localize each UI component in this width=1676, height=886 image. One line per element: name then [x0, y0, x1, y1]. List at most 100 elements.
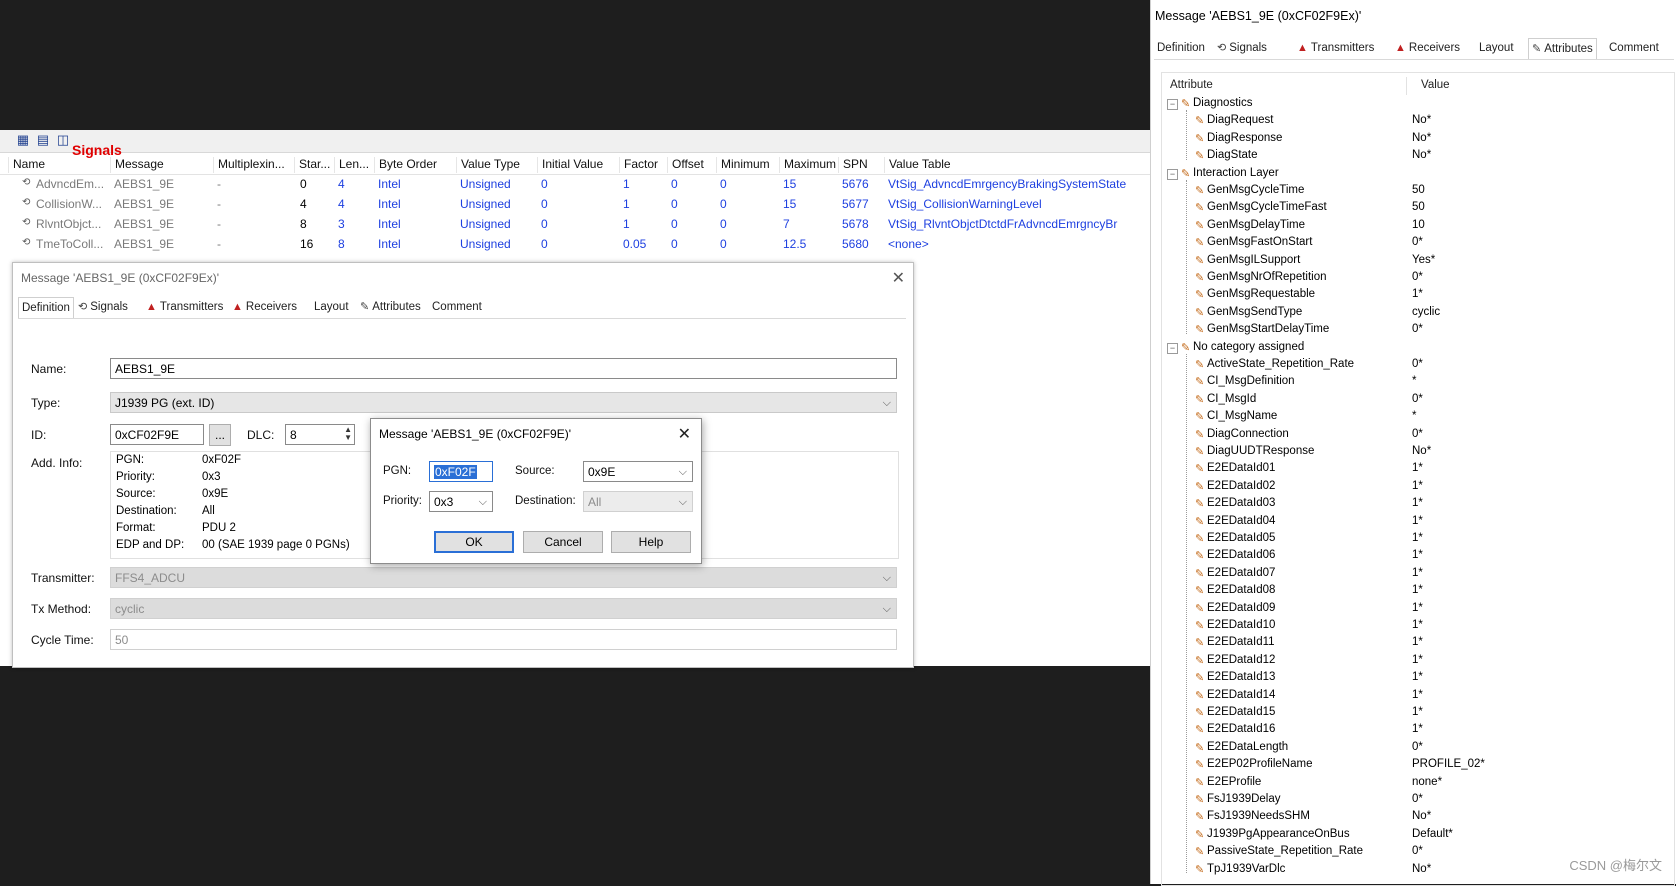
tab-receivers[interactable]: ▲ Receivers	[1392, 38, 1463, 58]
priority-select[interactable]: 0x3 ⌵	[429, 491, 493, 512]
attribute-row[interactable]: ✎ E2EDataId05 1*	[1162, 531, 1676, 548]
attribute-row[interactable]: ✎ E2EDataId08 1*	[1162, 583, 1676, 600]
tab-comment[interactable]: Comment	[429, 297, 485, 317]
column-header[interactable]: Initial Value	[537, 157, 618, 173]
column-header[interactable]: Byte Order	[374, 157, 455, 173]
list-view-icon[interactable]: ▤	[36, 133, 50, 147]
tab-layout[interactable]: Layout	[311, 297, 352, 317]
attribute-row[interactable]: ✎ E2EDataId16 1*	[1162, 722, 1676, 739]
tree-view-icon[interactable]: ▦	[16, 133, 30, 147]
close-icon[interactable]: ✕	[678, 424, 691, 444]
attribute-row[interactable]: ✎ FsJ1939Delay 0*	[1162, 792, 1676, 809]
attribute-row[interactable]: ✎ E2EDataId11 1*	[1162, 635, 1676, 652]
attribute-value: No*	[1412, 862, 1432, 875]
name-field[interactable]: AEBS1_9E	[110, 358, 897, 379]
attribute-row[interactable]: ✎ E2EDataLength 0*	[1162, 740, 1676, 757]
attribute-row[interactable]: ✎ E2EDataId02 1*	[1162, 479, 1676, 496]
id-field[interactable]: 0xCF02F9E	[110, 424, 204, 445]
attribute-row[interactable]: ✎ GenMsgCycleTimeFast 50	[1162, 200, 1676, 217]
table-row[interactable]: ⟲ AdvncdEm... AEBS1_9E - 0 4 Intel Unsigned 0 1 0 0…	[0, 174, 1150, 194]
tab-layout[interactable]: Layout	[1476, 38, 1517, 58]
dlc-stepper[interactable]: 8 ▲ ▼	[285, 424, 355, 445]
columns-view-icon[interactable]: ◫	[56, 133, 70, 147]
attribute-row[interactable]: ✎ DiagUUDTResponse No*	[1162, 444, 1676, 461]
tab-attributes[interactable]: ✎ Attributes	[357, 297, 424, 317]
attribute-row[interactable]: ✎ GenMsgSendType cyclic	[1162, 305, 1676, 322]
cancel-button[interactable]: Cancel	[523, 531, 603, 553]
attribute-row[interactable]: ✎ CI_MsgDefinition *	[1162, 374, 1676, 391]
chevron-down-icon: ⌵	[882, 572, 891, 584]
attribute-row[interactable]: ✎ E2EP02ProfileName PROFILE_02*	[1162, 757, 1676, 774]
tab-transmitters[interactable]: ▲ Transmitters	[1294, 38, 1377, 58]
attribute-row[interactable]: ✎ DiagRequest No*	[1162, 113, 1676, 130]
spin-arrows-icon[interactable]: ▲ ▼	[344, 426, 352, 442]
column-header[interactable]: SPN	[838, 157, 883, 173]
attribute-row[interactable]: ✎ E2EDataId09 1*	[1162, 601, 1676, 618]
attribute-row[interactable]: ✎ CI_MsgId 0*	[1162, 392, 1676, 409]
attribute-row[interactable]: ✎ E2EDataId07 1*	[1162, 566, 1676, 583]
attribute-row[interactable]: ✎ E2EDataId06 1*	[1162, 548, 1676, 565]
collapse-icon[interactable]: −	[1167, 168, 1178, 180]
attribute-row[interactable]: ✎ GenMsgILSupport Yes*	[1162, 253, 1676, 270]
collapse-icon[interactable]: −	[1167, 99, 1178, 110]
attribute-row[interactable]: ✎ E2EDataId14 1*	[1162, 688, 1676, 705]
pgn-field[interactable]: 0xF02F	[429, 461, 493, 482]
collapse-icon[interactable]: −	[1167, 342, 1178, 354]
attribute-row[interactable]: ✎ GenMsgFastOnStart 0*	[1162, 235, 1676, 252]
id-browse-button[interactable]: ...	[209, 424, 231, 446]
attribute-row[interactable]: ✎ GenMsgDelayTime 10	[1162, 218, 1676, 235]
attribute-row[interactable]: ✎ E2EDataId01 1*	[1162, 461, 1676, 478]
source-select[interactable]: 0x9E ⌵	[583, 461, 693, 482]
column-header[interactable]: Maximum	[779, 157, 837, 173]
column-header[interactable]: Name	[8, 157, 109, 173]
attribute-row[interactable]: ✎ J1939PgAppearanceOnBus Default*	[1162, 827, 1676, 844]
attribute-row[interactable]: ✎ E2EDataId12 1*	[1162, 653, 1676, 670]
tab-transmitters[interactable]: ▲ Transmitters	[143, 297, 226, 317]
tab-signals[interactable]: ⟲ Signals	[75, 297, 131, 317]
attribute-row[interactable]: ✎ E2EProfile none*	[1162, 775, 1676, 792]
type-select[interactable]: J1939 PG (ext. ID) ⌵	[110, 392, 897, 413]
column-header[interactable]: Value Type	[456, 157, 536, 173]
column-header[interactable]: Star...	[294, 157, 333, 173]
attribute-row[interactable]: ✎ ActiveState_Repetition_Rate 0*	[1162, 357, 1676, 374]
table-row[interactable]: ⟲ TmeToColl... AEBS1_9E - 16 8 Intel Unsigned 0 0…	[0, 234, 1150, 254]
attribute-row[interactable]: ✎ E2EDataId15 1*	[1162, 705, 1676, 722]
column-header[interactable]: Multiplexin...	[213, 157, 293, 173]
tab-attributes[interactable]: ✎ Attributes	[1528, 38, 1597, 59]
tab-signals[interactable]: ⟲ Signals	[1214, 38, 1270, 58]
attribute-row[interactable]: ✎ GenMsgStartDelayTime 0*	[1162, 322, 1676, 339]
attribute-group[interactable]: − ✎ No category assigned	[1162, 340, 1676, 357]
attribute-group[interactable]: − ✎ Interaction Layer	[1162, 166, 1676, 183]
tab-definition[interactable]: Definition	[18, 297, 74, 318]
column-header[interactable]: Value Table	[884, 157, 1149, 173]
column-header[interactable]: Offset	[667, 157, 715, 173]
attribute-row[interactable]: ✎ DiagResponse No*	[1162, 131, 1676, 148]
attribute-row[interactable]: ✎ FsJ1939NeedsSHM No*	[1162, 809, 1676, 826]
attribute-row[interactable]: ✎ DiagState No*	[1162, 148, 1676, 165]
attribute-row[interactable]: ✎ E2EDataId13 1*	[1162, 670, 1676, 687]
attribute-row[interactable]: ✎ E2EDataId03 1*	[1162, 496, 1676, 513]
help-button[interactable]: Help	[611, 531, 691, 553]
column-header[interactable]: Len...	[334, 157, 373, 173]
signals-table-header: Name Message Multiplexin... Star... Len... By…	[0, 154, 1150, 175]
tab-comment[interactable]: Comment	[1606, 38, 1662, 58]
tab-receivers[interactable]: ▲ Receivers	[229, 297, 300, 317]
tab-definition[interactable]: Definition	[1154, 38, 1208, 58]
attribute-row[interactable]: ✎ GenMsgNrOfRepetition 0*	[1162, 270, 1676, 287]
attribute-group[interactable]: − ✎ Diagnostics	[1162, 96, 1676, 113]
table-row[interactable]: ⟲ RlvntObjct... AEBS1_9E - 8 3 Intel Unsigned 0 1…	[0, 214, 1150, 234]
column-header[interactable]: Message	[110, 157, 212, 173]
attribute-row[interactable]: ✎ E2EDataId04 1*	[1162, 514, 1676, 531]
attribute-row[interactable]: ✎ DiagConnection 0*	[1162, 427, 1676, 444]
priority-label: Priority:	[383, 495, 422, 507]
close-icon[interactable]: ✕	[892, 268, 905, 288]
attribute-row[interactable]: ✎ GenMsgCycleTime 50	[1162, 183, 1676, 200]
attribute-row[interactable]: ✎ E2EDataId10 1*	[1162, 618, 1676, 635]
table-row[interactable]: ⟲ CollisionW... AEBS1_9E - 4 4 Intel Unsigned 0 1…	[0, 194, 1150, 214]
column-header[interactable]: Minimum	[716, 157, 778, 173]
attribute-row[interactable]: ✎ GenMsgRequestable 1*	[1162, 287, 1676, 304]
ok-button[interactable]: OK	[434, 531, 514, 553]
column-header[interactable]: Factor	[619, 157, 666, 173]
signals-icon: ⟲	[1217, 42, 1227, 54]
attribute-row[interactable]: ✎ CI_MsgName *	[1162, 409, 1676, 426]
